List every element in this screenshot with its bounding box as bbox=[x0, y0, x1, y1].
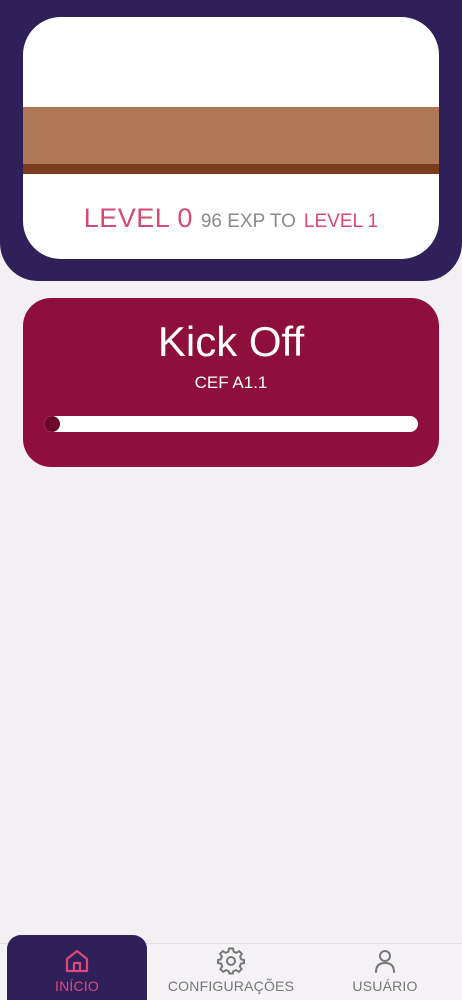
nav-label-inicio: INÍCIO bbox=[55, 978, 99, 994]
nav-item-configuracoes[interactable]: CONFIGURAÇÕES bbox=[160, 935, 302, 1000]
bottom-navigation: INÍCIO CONFIGURAÇÕES USUÁRIO bbox=[0, 935, 462, 1000]
nav-item-inicio[interactable]: INÍCIO bbox=[7, 935, 147, 1000]
nav-item-usuario[interactable]: USUÁRIO bbox=[330, 935, 440, 1000]
header-panel: LEVEL 0 96 EXP TO LEVEL 1 bbox=[0, 0, 462, 281]
nav-label-usuario: USUÁRIO bbox=[352, 978, 418, 994]
user-icon bbox=[375, 950, 395, 973]
lesson-progress-bar bbox=[44, 416, 418, 432]
current-level-label: LEVEL 0 bbox=[83, 203, 193, 233]
ground-edge bbox=[23, 164, 439, 174]
lesson-title: Kick Off bbox=[157, 318, 305, 365]
nav-label-configuracoes: CONFIGURAÇÕES bbox=[167, 978, 295, 994]
lesson-progress-fill bbox=[44, 416, 60, 432]
lesson-level-code: CEF A1.1 bbox=[194, 373, 268, 392]
level-status: LEVEL 0 96 EXP TO LEVEL 1 bbox=[23, 203, 439, 234]
gear-icon bbox=[217, 947, 245, 975]
lesson-card[interactable]: Kick Off CEF A1.1 bbox=[23, 298, 439, 467]
home-icon bbox=[65, 949, 89, 973]
next-level-label: LEVEL 1 bbox=[303, 211, 379, 232]
ground-illustration bbox=[23, 107, 439, 164]
level-card: LEVEL 0 96 EXP TO LEVEL 1 bbox=[23, 17, 439, 259]
exp-to-next-label: 96 EXP TO bbox=[200, 211, 296, 232]
home-screen: LEVEL 0 96 EXP TO LEVEL 1 Kick Off CEF A1.… bbox=[0, 0, 462, 1000]
